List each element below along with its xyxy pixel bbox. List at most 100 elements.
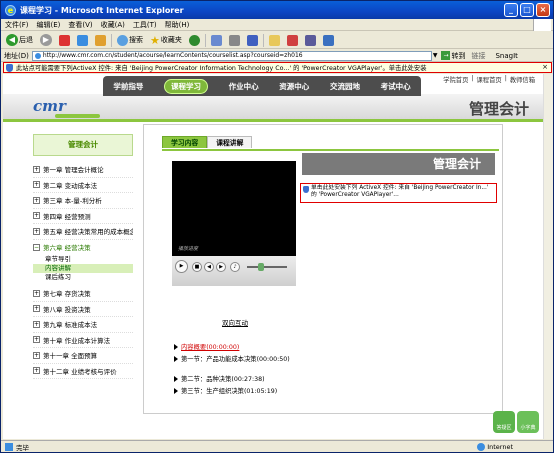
history-button[interactable] — [187, 33, 202, 47]
link-course-home[interactable]: 课程首页 — [477, 75, 502, 84]
video-screen[interactable] — [172, 161, 296, 254]
favorites-button[interactable]: ★ 收藏夹 — [148, 33, 184, 47]
chapter-item[interactable]: + 第十二章 业绩考核与评价 — [33, 364, 133, 379]
sub-item[interactable]: 课后练习 — [33, 273, 133, 282]
close-button[interactable]: × — [536, 3, 550, 17]
video-controls: ▶ ■ ◀ ▶ ♪ — [172, 256, 296, 286]
sub-item-selected[interactable]: 内容讲解 — [33, 264, 133, 273]
chapter-item[interactable]: + 第三章 本-量-利分析 — [33, 193, 133, 209]
activex-info-bar[interactable]: 此站点可能需要下列ActiveX 控件: 来自 'Beijing PowerCr… — [3, 62, 552, 73]
chapter-item[interactable]: + 第八章 投资决策 — [33, 302, 133, 317]
nav-homework[interactable]: 作业中心 — [229, 81, 259, 92]
lesson-item[interactable]: 第一节：产品功能成本决策(00:00:50) — [174, 354, 290, 363]
address-input[interactable]: http://www.cmr.com.cn/student/acourse/le… — [31, 50, 432, 61]
nav-course-study[interactable]: 课程学习 — [163, 78, 208, 94]
print-button[interactable] — [227, 33, 242, 47]
globe-icon — [477, 443, 486, 451]
chapter-item[interactable]: + 第九章 标准成本法 — [33, 317, 133, 333]
expand-icon[interactable]: + — [33, 336, 40, 344]
tab-underline — [162, 149, 499, 151]
menu-help[interactable]: 帮助(H) — [165, 20, 190, 30]
expand-icon[interactable]: + — [33, 196, 40, 204]
activex-install-notice[interactable]: 单击此处安装下列 ActiveX 控件: 来自 'Beijing PowerCr… — [300, 183, 497, 203]
chapter-item[interactable]: + 第四章 经营预测 — [33, 209, 133, 224]
addon-icon — [322, 34, 334, 46]
expand-icon[interactable]: + — [33, 351, 40, 359]
addon-button[interactable] — [321, 33, 336, 47]
maximize-button[interactable]: □ — [520, 3, 534, 17]
toolbar-separator — [262, 33, 264, 47]
messenger-icon — [286, 34, 298, 46]
stop-icon[interactable]: ■ — [192, 262, 202, 272]
chapter-item[interactable]: + 第二章 变动成本法 — [33, 178, 133, 193]
expand-icon[interactable]: + — [33, 289, 40, 297]
volume-slider[interactable] — [247, 266, 287, 268]
chapter-item[interactable]: + 第十章 作业成本计算法 — [33, 333, 133, 348]
volume-icon[interactable]: ♪ — [230, 262, 240, 272]
qa-button[interactable]: 答疑区 — [493, 411, 515, 433]
home-button[interactable] — [93, 33, 108, 47]
expand-icon[interactable]: + — [33, 212, 40, 220]
chapter-item[interactable]: + 第十一章 全面预算 — [33, 348, 133, 364]
expand-icon[interactable]: + — [33, 227, 40, 235]
edit-button[interactable] — [245, 33, 260, 47]
nav-forum[interactable]: 交流园地 — [330, 81, 360, 92]
expand-icon[interactable]: + — [33, 320, 40, 328]
tab-study-content[interactable]: 学习内容 — [162, 136, 208, 148]
play-icon[interactable]: ▶ — [175, 260, 188, 273]
print-icon — [228, 34, 240, 46]
expand-icon[interactable]: + — [33, 367, 40, 375]
menu-tools[interactable]: 工具(T) — [133, 20, 157, 30]
menu-edit[interactable]: 编辑(E) — [37, 20, 61, 30]
mail-button[interactable] — [209, 33, 224, 47]
video-player[interactable]: 播放进度 ▶ ■ ◀ ▶ ♪ — [172, 161, 296, 286]
search-button[interactable]: 搜索 — [115, 33, 145, 47]
vertical-scrollbar[interactable] — [543, 74, 553, 439]
fast-forward-icon[interactable]: ▶ — [216, 262, 226, 272]
minimize-button[interactable]: _ — [504, 3, 518, 17]
refresh-button[interactable] — [75, 33, 90, 47]
forward-arrow-icon: ▶ — [40, 34, 52, 46]
info-bar-close-icon[interactable]: × — [542, 63, 548, 71]
menu-view[interactable]: 查看(V) — [68, 20, 92, 30]
links-label[interactable]: 链接 — [471, 51, 485, 61]
expand-icon[interactable]: + — [33, 181, 40, 189]
nav-resources[interactable]: 资源中心 — [279, 81, 309, 92]
forward-button[interactable]: ▶ — [38, 33, 54, 47]
rewind-icon[interactable]: ◀ — [204, 262, 214, 272]
tab-course-lecture[interactable]: 课程讲解 — [207, 136, 253, 148]
research-button[interactable] — [303, 33, 318, 47]
chapter-item[interactable]: + 第一章 管理会计概论 — [33, 162, 133, 178]
nav-pre-guide[interactable]: 学前指导 — [113, 81, 143, 92]
snagit-button[interactable]: SnagIt — [495, 52, 517, 60]
messenger-button[interactable] — [285, 33, 300, 47]
dictionary-button[interactable]: 小字典 — [517, 411, 539, 433]
chapter-item[interactable]: + 第五章 经营决策常用的成本概念 — [33, 224, 133, 240]
address-dropdown-icon[interactable]: ▼ — [433, 52, 438, 59]
go-button[interactable]: → 转到 — [441, 51, 465, 61]
chapter-sidebar: 管理会计 + 第一章 管理会计概论 + 第二章 变动成本法 + 第三章 本-量-利分析… — [33, 134, 133, 404]
course-title-banner: 管理会计 — [302, 153, 495, 175]
nav-exam[interactable]: 考试中心 — [381, 81, 411, 92]
toolbar-separator — [204, 33, 206, 47]
address-bar: 地址(D) http://www.cmr.com.cn/student/acou… — [1, 50, 553, 62]
lesson-item[interactable]: 第三节：生产组织决策(01:05:19) — [174, 386, 277, 395]
chapter-item[interactable]: + 第七章 存货决策 — [33, 286, 133, 302]
menu-favorites[interactable]: 收藏(A) — [101, 20, 125, 30]
link-college-home[interactable]: 学院首页 — [443, 75, 468, 84]
folder-button[interactable] — [267, 33, 282, 47]
interact-link[interactable]: 双向互动 — [222, 317, 248, 327]
sub-item[interactable]: 章节导引 — [33, 255, 133, 264]
menu-file[interactable]: 文件(F) — [5, 20, 29, 30]
back-button[interactable]: ◀ 后退 — [4, 33, 35, 47]
lesson-item[interactable]: 第二节：品种决策(00:27:38) — [174, 374, 265, 383]
expand-icon[interactable]: + — [33, 165, 40, 173]
volume-slider-knob[interactable] — [258, 263, 264, 271]
expand-icon[interactable]: + — [33, 305, 40, 313]
lesson-item[interactable]: 内容概要(00:00:00) — [174, 342, 239, 351]
link-teacher-mail[interactable]: 教师信箱 — [510, 75, 535, 84]
chapter-item-open[interactable]: − 第六章 经营决策 — [33, 240, 133, 256]
shield-icon — [303, 186, 309, 193]
collapse-icon[interactable]: − — [33, 243, 40, 251]
stop-button[interactable] — [57, 33, 72, 47]
